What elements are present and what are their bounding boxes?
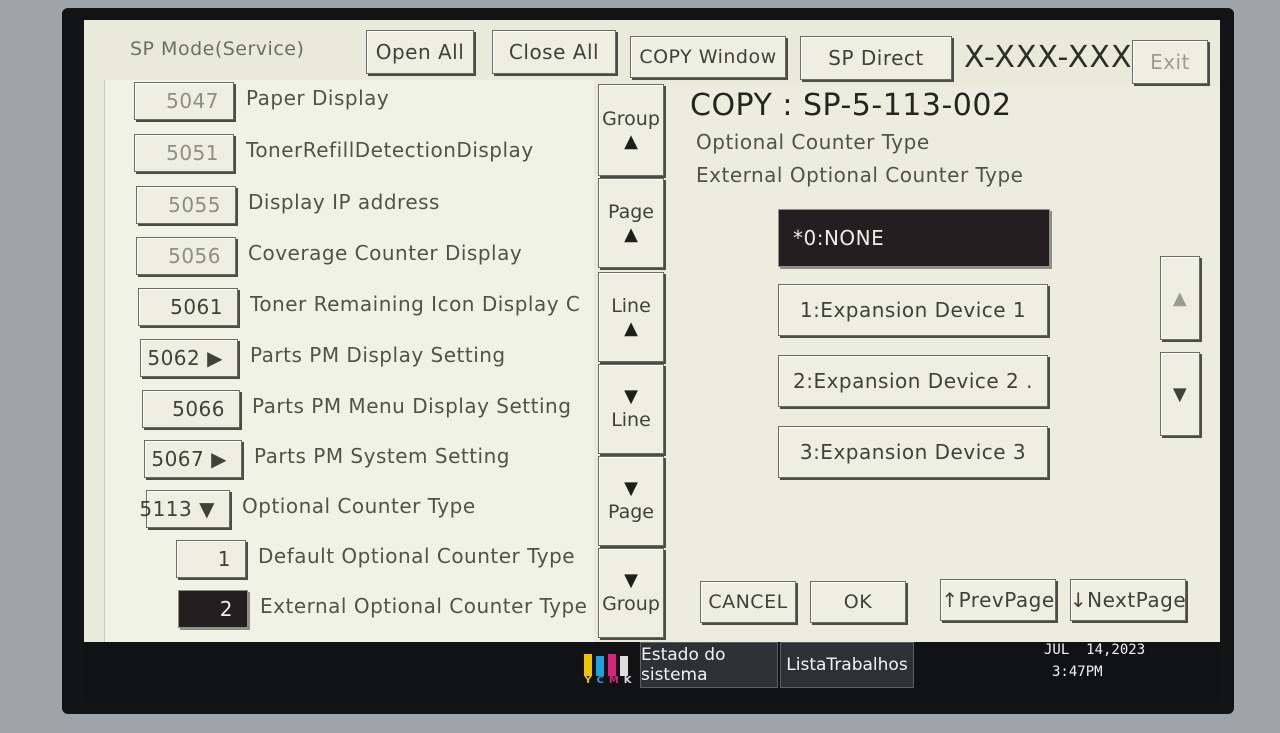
sp-item-label[interactable]: TonerRefillDetectionDisplay — [246, 138, 534, 162]
sp-code-button[interactable]: 1 — [176, 540, 246, 578]
down-arrow-icon: ▼ — [624, 478, 638, 499]
toner-letter-k: K — [623, 675, 632, 686]
group-down-label: Group — [602, 593, 660, 615]
open-all-button[interactable]: Open All — [366, 30, 474, 74]
sp-item-label[interactable]: Toner Remaining Icon Display C — [250, 292, 580, 316]
sp-code-button[interactable]: 5055 — [136, 186, 236, 224]
prev-page-button[interactable]: ↑PrevPage — [940, 579, 1056, 621]
line-up-label: Line — [611, 295, 651, 317]
copy-window-button[interactable]: COPY Window — [630, 36, 786, 78]
exit-button[interactable]: Exit — [1132, 40, 1208, 84]
up-arrow-icon: ▲ — [624, 131, 638, 152]
line-down-label: Line — [611, 409, 651, 431]
sp-item-label[interactable]: Display IP address — [248, 190, 440, 214]
page-up-label: Page — [608, 201, 654, 223]
ok-button[interactable]: OK — [810, 581, 906, 623]
sp-number-title: COPY : SP-5-113-002 — [690, 88, 1012, 123]
page-down-label: Page — [608, 501, 654, 523]
next-page-button[interactable]: ↓NextPage — [1070, 579, 1186, 621]
sp-direct-button[interactable]: SP Direct — [800, 36, 952, 80]
line-up-button[interactable]: Line ▲ — [598, 272, 664, 362]
sp-code-button[interactable]: 5051 — [134, 134, 234, 172]
time-label: 3:47PM — [1052, 664, 1103, 680]
down-arrow-icon: ▼ — [624, 386, 638, 407]
up-arrow-icon: ▲ — [624, 224, 638, 245]
toner-letter-y: Y — [584, 675, 592, 686]
sp-item-label[interactable]: Parts PM Menu Display Setting — [252, 394, 571, 418]
sp-code-button[interactable]: 5062 ▶ — [140, 339, 238, 377]
mode-title: SP Mode(Service) — [130, 38, 305, 60]
sp-item-label[interactable]: Default Optional Counter Type — [258, 544, 575, 568]
system-status-button[interactable]: Estado do sistema — [640, 642, 778, 688]
close-all-button[interactable]: Close All — [492, 30, 616, 74]
serial-number: X-XXX-XXX — [964, 40, 1133, 75]
sp-code-button[interactable]: 5061 — [138, 288, 238, 326]
sp-code-button[interactable]: 5056 — [136, 237, 236, 275]
sp-code-button[interactable]: 5113 ▼ — [139, 490, 230, 528]
sp-item-label[interactable]: Paper Display — [246, 86, 389, 110]
toner-level-icon: Y C M K — [582, 648, 634, 688]
sp-item-label[interactable]: External Optional Counter Type — [260, 594, 587, 618]
down-arrow-icon: ▼ — [624, 570, 638, 591]
option-1-button[interactable]: 1:Expansion Device 1 — [778, 284, 1048, 336]
group-up-button[interactable]: Group ▲ — [598, 84, 664, 176]
page-up-button[interactable]: Page ▲ — [598, 178, 664, 268]
job-list-button[interactable]: ListaTrabalhos — [780, 642, 914, 688]
detail-line-2: External Optional Counter Type — [696, 163, 1024, 187]
toner-letter-m: M — [608, 675, 619, 686]
sp-code-button[interactable]: 2 — [178, 590, 248, 628]
scroll-down-button[interactable]: ▼ — [1160, 352, 1200, 436]
line-down-button[interactable]: ▼ Line — [598, 364, 664, 454]
sp-code-button[interactable]: 5047 — [134, 82, 234, 120]
option-3-button[interactable]: 3:Expansion Device 3 — [778, 426, 1048, 478]
detail-line-1: Optional Counter Type — [696, 130, 930, 154]
group-down-button[interactable]: ▼ Group — [598, 548, 664, 638]
up-arrow-icon: ▲ — [624, 318, 638, 339]
option-2-button[interactable]: 2:Expansion Device 2 . — [778, 355, 1048, 407]
touch-screen: SP Mode(Service) Open All Close All COPY… — [84, 20, 1220, 702]
sp-item-label[interactable]: Parts PM Display Setting — [250, 343, 506, 367]
sp-code-button[interactable]: 5067 ▶ — [144, 440, 242, 478]
cancel-button[interactable]: CANCEL — [700, 581, 796, 623]
scroll-up-button[interactable]: ▲ — [1160, 256, 1200, 340]
date-label: JUL 14,2023 — [1044, 642, 1146, 658]
toner-letter-c: C — [596, 675, 604, 686]
sp-item-label[interactable]: Parts PM System Setting — [254, 444, 510, 468]
sp-item-label[interactable]: Optional Counter Type — [242, 494, 476, 518]
group-up-label: Group — [602, 108, 660, 130]
sp-item-label[interactable]: Coverage Counter Display — [248, 241, 522, 265]
sp-code-button[interactable]: 5066 — [142, 390, 240, 428]
option-0-button[interactable]: *0:NONE — [778, 209, 1050, 267]
page-down-button[interactable]: ▼ Page — [598, 456, 664, 546]
